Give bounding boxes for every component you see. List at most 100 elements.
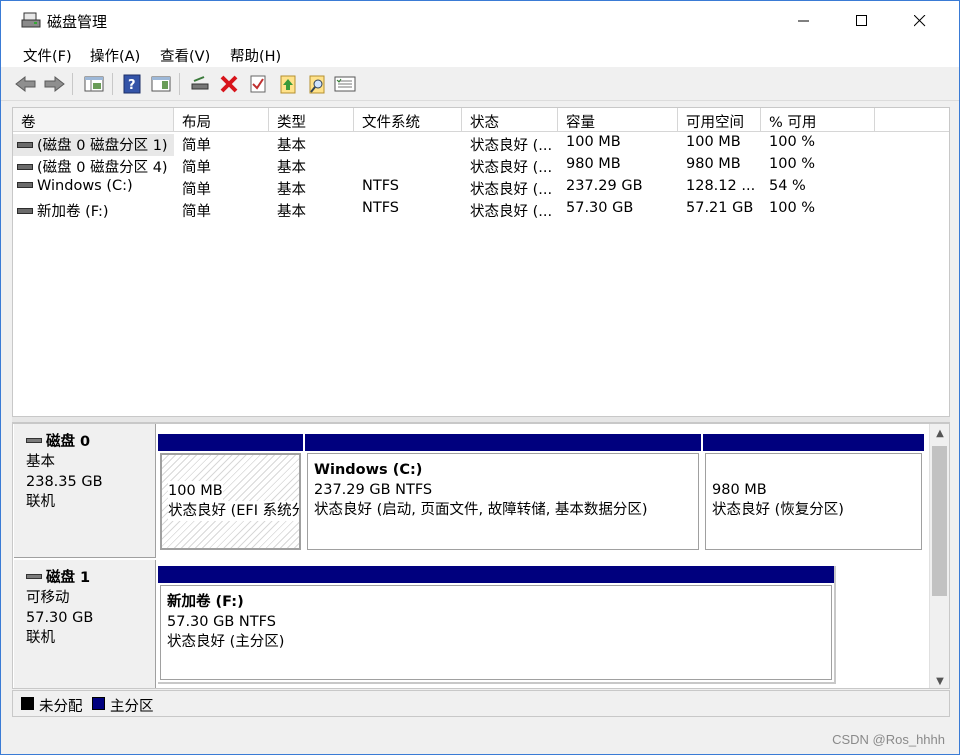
- column-header-filesystem[interactable]: 文件系统: [354, 108, 462, 132]
- view-grid-icon[interactable]: [83, 73, 105, 95]
- window-title: 磁盘管理: [47, 13, 108, 31]
- partition-windows-c[interactable]: Windows (C:) 237.29 GB NTFS 状态良好 (启动, 页面…: [305, 434, 701, 552]
- partition-body: 980 MB 状态良好 (恢复分区): [705, 453, 922, 550]
- watermark-text: CSDN @Ros_hhhh: [832, 732, 945, 747]
- folder-up-icon[interactable]: [277, 73, 299, 95]
- type-cell: 基本: [277, 204, 306, 220]
- scroll-thumb[interactable]: [932, 446, 947, 596]
- legend-swatch-unallocated: [21, 697, 34, 710]
- free-space-cell: 980 MB: [686, 156, 741, 172]
- column-header-volume[interactable]: 卷: [13, 108, 174, 132]
- type-cell: 基本: [277, 182, 306, 198]
- column-header-type[interactable]: 类型: [269, 108, 354, 132]
- disk-0-label[interactable]: 磁盘 0 基本 238.35 GB 联机: [14, 424, 156, 558]
- disk-size: 238.35 GB: [26, 474, 103, 490]
- partition-size: 57.30 GB NTFS: [167, 614, 276, 630]
- capacity-cell: 100 MB: [566, 134, 621, 150]
- partition-status: 状态良好 (EFI 系统分: [168, 501, 299, 521]
- column-header-status[interactable]: 状态: [462, 108, 558, 132]
- free-space-cell: 128.12 ...: [686, 178, 756, 194]
- partition-size: 980 MB: [712, 482, 767, 498]
- column-header-filler: [875, 108, 949, 132]
- list-details-icon[interactable]: [334, 73, 356, 95]
- type-cell: 基本: [277, 138, 306, 154]
- disk-management-window: 磁盘管理 文件(F) 操作(A) 查看(V) 帮助(H) ? 卷 布局 类型 文…: [0, 0, 960, 755]
- partition-status: 状态良好 (主分区): [167, 634, 285, 650]
- partition-size: 100 MB: [168, 481, 223, 501]
- filesystem-cell: NTFS: [362, 200, 399, 216]
- disk-status: 联机: [26, 494, 55, 510]
- disk-map: 磁盘 0 基本 238.35 GB 联机 100 MB 状态良好 (EFI 系统…: [12, 423, 950, 689]
- legend-label-primary: 主分区: [110, 699, 154, 715]
- type-cell: 基本: [277, 160, 306, 176]
- back-arrow-icon[interactable]: [15, 73, 37, 95]
- partition-size: 237.29 GB NTFS: [314, 482, 433, 498]
- menu-action[interactable]: 操作(A): [90, 45, 140, 66]
- volume-icon: [17, 207, 33, 214]
- column-header-capacity[interactable]: 容量: [558, 108, 678, 132]
- connect-drive-icon[interactable]: [190, 73, 212, 95]
- legend-swatch-primary: [92, 697, 105, 710]
- partition-bar: [158, 434, 303, 451]
- column-header-percent-free[interactable]: % 可用: [761, 108, 875, 132]
- partition-body: 新加卷 (F:) 57.30 GB NTFS 状态良好 (主分区): [160, 585, 832, 680]
- layout-cell: 简单: [182, 160, 211, 176]
- properties-check-icon[interactable]: [247, 73, 269, 95]
- volume-cell: (磁盘 0 磁盘分区 4): [13, 156, 174, 178]
- percent-free-cell: 100 %: [769, 200, 816, 216]
- percent-free-cell: 100 %: [769, 134, 816, 150]
- percent-free-cell: 100 %: [769, 156, 816, 172]
- filesystem-cell: [354, 156, 462, 178]
- partition-efi[interactable]: 100 MB 状态良好 (EFI 系统分: [158, 434, 303, 552]
- forward-arrow-icon[interactable]: [43, 73, 65, 95]
- filesystem-cell: NTFS: [362, 178, 399, 194]
- scroll-down-icon[interactable]: ▼: [930, 672, 949, 688]
- disk-type: 可移动: [26, 590, 70, 606]
- disk-icon: [26, 438, 42, 443]
- layout-cell: 简单: [182, 204, 211, 220]
- disk-icon: [26, 574, 42, 579]
- status-bar: CSDN @Ros_hhhh: [1, 718, 959, 754]
- menu-help[interactable]: 帮助(H): [230, 45, 281, 66]
- scroll-up-icon[interactable]: ▲: [930, 424, 949, 442]
- disk-size: 57.30 GB: [26, 610, 94, 626]
- partition-body: Windows (C:) 237.29 GB NTFS 状态良好 (启动, 页面…: [307, 453, 699, 550]
- menu-file[interactable]: 文件(F): [23, 45, 72, 66]
- search-folder-icon[interactable]: [306, 73, 328, 95]
- volume-cell: 新加卷 (F:): [13, 200, 174, 222]
- disk-1-label[interactable]: 磁盘 1 可移动 57.30 GB 联机: [14, 560, 156, 688]
- close-button[interactable]: [891, 1, 949, 41]
- help-icon[interactable]: ?: [121, 73, 143, 95]
- delete-x-icon[interactable]: [218, 73, 240, 95]
- minimize-button[interactable]: [775, 1, 833, 41]
- title-bar: 磁盘管理: [1, 1, 959, 41]
- partition-title: 新加卷 (F:): [167, 594, 244, 610]
- partition-bar: [703, 434, 924, 451]
- percent-free-cell: 54 %: [769, 178, 806, 194]
- filesystem-cell: [354, 134, 462, 156]
- layout-cell: 简单: [182, 138, 211, 154]
- status-cell: 状态良好 (...: [470, 204, 553, 220]
- volume-icon: [17, 181, 33, 188]
- volume-icon: [17, 163, 33, 170]
- capacity-cell: 980 MB: [566, 156, 621, 172]
- partition-title: Windows (C:): [314, 462, 423, 478]
- column-header-layout[interactable]: 布局: [174, 108, 269, 132]
- legend: 未分配 主分区: [12, 690, 950, 717]
- status-cell: 状态良好 (...: [470, 182, 553, 198]
- column-header-free-space[interactable]: 可用空间: [678, 108, 761, 132]
- maximize-button[interactable]: [833, 1, 891, 41]
- partition-recovery[interactable]: 980 MB 状态良好 (恢复分区): [703, 434, 924, 552]
- free-space-cell: 100 MB: [686, 134, 741, 150]
- legend-label-unallocated: 未分配: [39, 699, 83, 715]
- partition-new-volume-f[interactable]: 新加卷 (F:) 57.30 GB NTFS 状态良好 (主分区): [158, 566, 836, 684]
- disk-map-scrollbar[interactable]: ▲ ▼: [929, 424, 949, 688]
- status-cell: 状态良好 (...: [470, 138, 553, 154]
- volume-icon: [17, 141, 33, 148]
- layout-cell: 简单: [182, 182, 211, 198]
- capacity-cell: 237.29 GB: [566, 178, 643, 194]
- menu-bar: 文件(F) 操作(A) 查看(V) 帮助(H): [1, 41, 959, 67]
- volume-list: 卷 布局 类型 文件系统 状态 容量 可用空间 % 可用 (磁盘 0 磁盘分区 …: [12, 107, 950, 417]
- console-pane-icon[interactable]: [150, 73, 172, 95]
- menu-view[interactable]: 查看(V): [160, 45, 210, 66]
